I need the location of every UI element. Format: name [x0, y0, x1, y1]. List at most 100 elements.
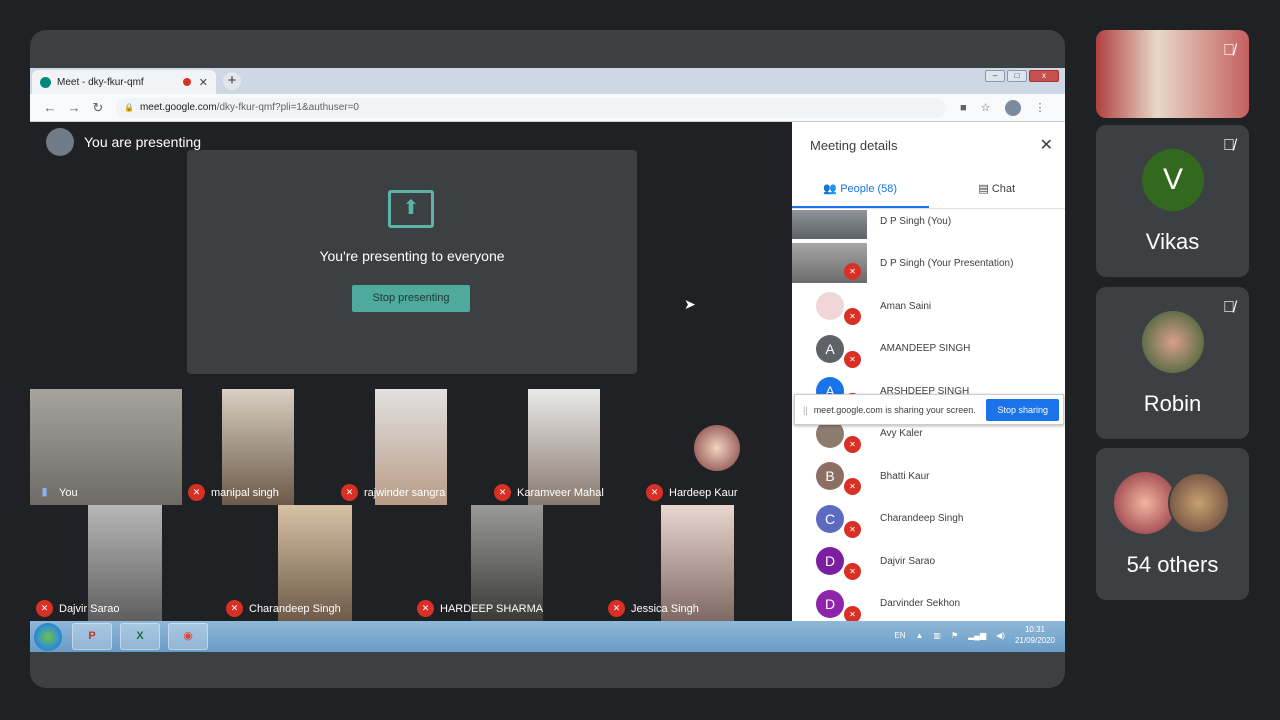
browser-tab[interactable]: Meet - dky-fkur-qmf ✕	[32, 70, 216, 94]
participant-tile[interactable]: ▮ You	[30, 389, 182, 505]
mic-off-icon: ✕	[417, 600, 434, 617]
mic-off-icon: ✕	[844, 435, 861, 453]
mic-off-icon: ✕	[646, 484, 663, 501]
close-icon[interactable]: ✕	[1040, 135, 1053, 155]
close-window-button[interactable]: x	[1029, 70, 1059, 82]
mic-off-icon: ✕	[608, 600, 625, 617]
list-item[interactable]: A ✕ AMANDEEP SINGH	[792, 328, 1065, 371]
mic-off-icon: ✕	[844, 563, 861, 580]
chrome-icon[interactable]: ◉	[168, 623, 208, 650]
clock-date: 21/09/2020	[1014, 636, 1055, 645]
participant-name: Jessica Singh	[631, 602, 699, 615]
flag-icon[interactable]: ⚑	[951, 631, 958, 640]
participant-tile[interactable]: ✕ HARDEEP SHARMA	[411, 505, 602, 621]
forward-arrow-icon[interactable]: →	[62, 100, 86, 115]
tab-chat[interactable]: ▤ Chat	[929, 175, 1066, 208]
language-indicator[interactable]: EN	[894, 631, 905, 640]
participant-tile[interactable]: ✕ manipal singh	[182, 389, 335, 505]
list-item[interactable]: D ✕ Dajvir Sarao	[792, 540, 1065, 583]
network-icon[interactable]: ▥	[933, 631, 941, 640]
list-item[interactable]: D ✕ Darvinder Sekhon	[792, 583, 1065, 621]
mic-off-icon: 🎙̸	[1223, 137, 1235, 154]
participant-tile-vikas[interactable]: V 🎙̸ Vikas	[1096, 125, 1249, 277]
participant-tile[interactable]: ✕ Jessica Singh	[602, 505, 792, 621]
browser-actions: ■ ☆ ⋮	[960, 99, 1046, 116]
list-item[interactable]: C ✕ Charandeep Singh	[792, 498, 1065, 541]
address-bar: ← → ↻ 🔒 meet.google.com /dky-fkur-qmf?pl…	[30, 94, 1065, 122]
volume-icon[interactable]: ◀)	[996, 631, 1005, 640]
self-video-tile[interactable]: 🎙̸	[1096, 30, 1249, 118]
present-screen-icon: ⬆	[388, 190, 434, 228]
others-tile[interactable]: 54 others	[1096, 448, 1249, 600]
presenting-status-text: You are presenting	[84, 134, 202, 150]
list-item[interactable]: D P Singh (You)	[792, 210, 1065, 243]
person-name: D P Singh (Your Presentation)	[880, 258, 1014, 270]
signal-icon[interactable]: ▂▄▆	[968, 631, 986, 640]
person-name: Avy Kaler	[880, 428, 923, 440]
camera-icon[interactable]: ■	[960, 102, 967, 114]
avatar	[1142, 311, 1204, 373]
mic-off-icon: ✕	[844, 478, 861, 495]
tab-people[interactable]: 👥 People (58)	[792, 175, 929, 208]
clock-time: 10:31	[1024, 625, 1045, 634]
people-icon: 👥	[823, 183, 841, 195]
presenting-message: You're presenting to everyone	[319, 248, 505, 264]
mic-off-icon: ✕	[844, 350, 861, 368]
avatar: B	[816, 462, 844, 490]
clock[interactable]: 10:31 21/09/2020	[1015, 624, 1055, 646]
bookmark-star-icon[interactable]: ☆	[981, 101, 991, 114]
avatar: A	[816, 334, 844, 363]
participant-tile[interactable]: ✕ Dajvir Sarao	[30, 505, 220, 621]
list-item[interactable]: ✕ D P Singh (Your Presentation)	[792, 242, 1065, 286]
powerpoint-icon[interactable]: P	[72, 623, 112, 650]
presentation-stage: Meet - dky-fkur-qmf ✕ + – □ x ← → ↻ 🔒 me…	[30, 30, 1065, 688]
person-name: Charandeep Singh	[880, 513, 964, 525]
system-tray: EN ▲ ▥ ⚑ ▂▄▆ ◀) 10:31 21/09/2020	[894, 624, 1055, 646]
drag-handle-icon[interactable]: ||	[803, 405, 808, 415]
participant-grid: ▮ You ✕ manipal singh ✕ rajwinder sangra ✕ K…	[30, 389, 792, 621]
list-item[interactable]: B ✕ Bhatti Kaur	[792, 455, 1065, 498]
maximize-button[interactable]: □	[1007, 70, 1027, 82]
panel-title: Meeting details	[810, 138, 898, 153]
participant-tile[interactable]: ✕ Hardeep Kaur	[640, 389, 792, 505]
back-arrow-icon[interactable]: ←	[38, 100, 62, 115]
tray-arrow-icon[interactable]: ▲	[915, 631, 923, 640]
participant-name: Charandeep Singh	[249, 602, 341, 615]
start-button[interactable]	[34, 623, 62, 651]
participant-avatar	[694, 425, 740, 471]
reload-icon[interactable]: ↻	[86, 100, 110, 116]
participant-name: rajwinder sangra	[364, 486, 446, 499]
mic-off-icon: ✕	[226, 600, 243, 617]
tab-close-icon[interactable]: ✕	[199, 76, 208, 89]
window-controls: – □ x	[985, 70, 1059, 82]
mic-active-icon: ▮	[41, 486, 48, 498]
participant-tile-robin[interactable]: 🎙̸ Robin	[1096, 287, 1249, 439]
person-name: Darvinder Sekhon	[880, 598, 961, 610]
participant-label: ✕ Dajvir Sarao	[36, 600, 120, 617]
new-tab-button[interactable]: +	[223, 72, 241, 90]
avatar: V	[1142, 149, 1204, 211]
profile-avatar[interactable]	[1004, 99, 1021, 116]
mic-off-icon: ✕	[494, 484, 511, 501]
list-item[interactable]: ✕ Aman Saini	[792, 285, 1065, 328]
participant-tile[interactable]: ✕ rajwinder sangra	[335, 389, 488, 505]
participant-label: ✕ Jessica Singh	[608, 600, 699, 617]
mic-off-icon: 🎙̸	[1223, 42, 1235, 59]
url-field[interactable]: 🔒 meet.google.com /dky-fkur-qmf?pli=1&au…	[116, 97, 946, 118]
chat-icon: ▤	[978, 183, 992, 195]
minimize-button[interactable]: –	[985, 70, 1005, 82]
participant-tile[interactable]: ✕ Charandeep Singh	[220, 505, 411, 621]
panel-tabs: 👥 People (58) ▤ Chat	[792, 175, 1065, 209]
participant-name: Robin	[1143, 391, 1202, 416]
stop-sharing-button[interactable]: Stop sharing	[986, 398, 1059, 421]
screen-share-notice: || meet.google.com is sharing your scree…	[794, 394, 1064, 425]
others-count: 54 others	[1126, 552, 1219, 577]
menu-dots-icon[interactable]: ⋮	[1035, 101, 1046, 114]
presenting-card: ⬆ You're presenting to everyone Stop pre…	[187, 150, 637, 374]
stop-presenting-button[interactable]: Stop presenting	[352, 285, 470, 312]
excel-icon[interactable]: X	[120, 623, 160, 650]
person-name: Aman Saini	[880, 300, 932, 312]
participant-label: ✕ manipal singh	[188, 484, 279, 501]
avatar	[1168, 472, 1230, 534]
participant-tile[interactable]: ✕ Karamveer Mahal	[488, 389, 640, 505]
